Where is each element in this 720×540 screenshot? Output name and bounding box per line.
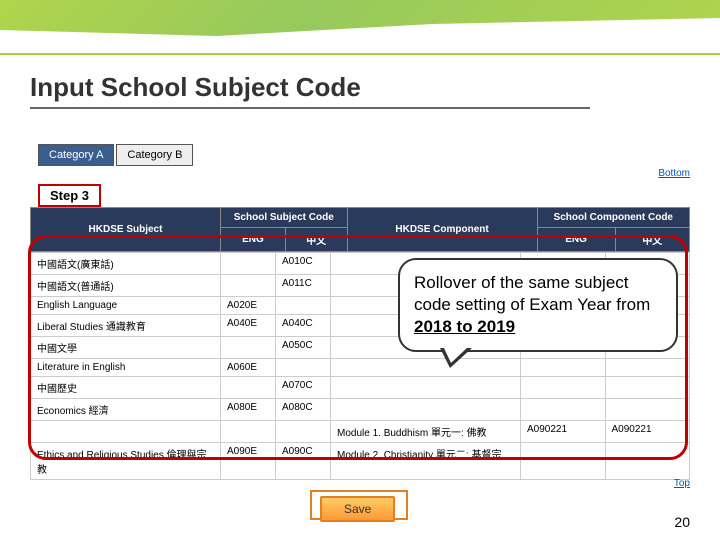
table-row: Module 1. Buddhism 單元一: 佛教A090221A090221	[31, 421, 690, 443]
col-chi-2: 中文	[615, 228, 689, 252]
col-eng-2: ENG	[537, 228, 615, 252]
tab-category-b[interactable]: Category B	[116, 144, 193, 166]
top-link[interactable]: Top	[674, 478, 690, 489]
col-school-subject-code: School Subject Code	[221, 208, 348, 228]
bottom-link[interactable]: Bottom	[658, 168, 690, 179]
callout-tail-icon	[440, 348, 472, 368]
page-number: 20	[674, 514, 690, 530]
table-row: Economics 經濟A080EA080C	[31, 399, 690, 421]
callout-text: Rollover of the same subject code settin…	[414, 273, 650, 314]
callout-bubble: Rollover of the same subject code settin…	[398, 258, 678, 352]
callout-bold: 2018 to 2019	[414, 317, 515, 336]
col-chi-1: 中文	[285, 228, 347, 252]
table-row: Literature in EnglishA060E	[31, 359, 690, 377]
step-label: Step 3	[38, 184, 101, 207]
col-eng-1: ENG	[221, 228, 286, 252]
category-tabs: Category A Category B	[38, 144, 193, 166]
decorative-header-line	[0, 0, 720, 55]
col-hkdse-subject: HKDSE Subject	[31, 208, 221, 252]
tab-category-a[interactable]: Category A	[38, 144, 114, 166]
col-school-component-code: School Component Code	[537, 208, 689, 228]
table-row: 中國歷史A070C	[31, 377, 690, 399]
table-row: Ethics and Religious Studies 倫理與宗教A090EA…	[31, 443, 690, 480]
save-button[interactable]: Save	[320, 496, 395, 522]
page-title: Input School Subject Code	[30, 72, 361, 103]
col-hkdse-component: HKDSE Component	[347, 208, 537, 252]
